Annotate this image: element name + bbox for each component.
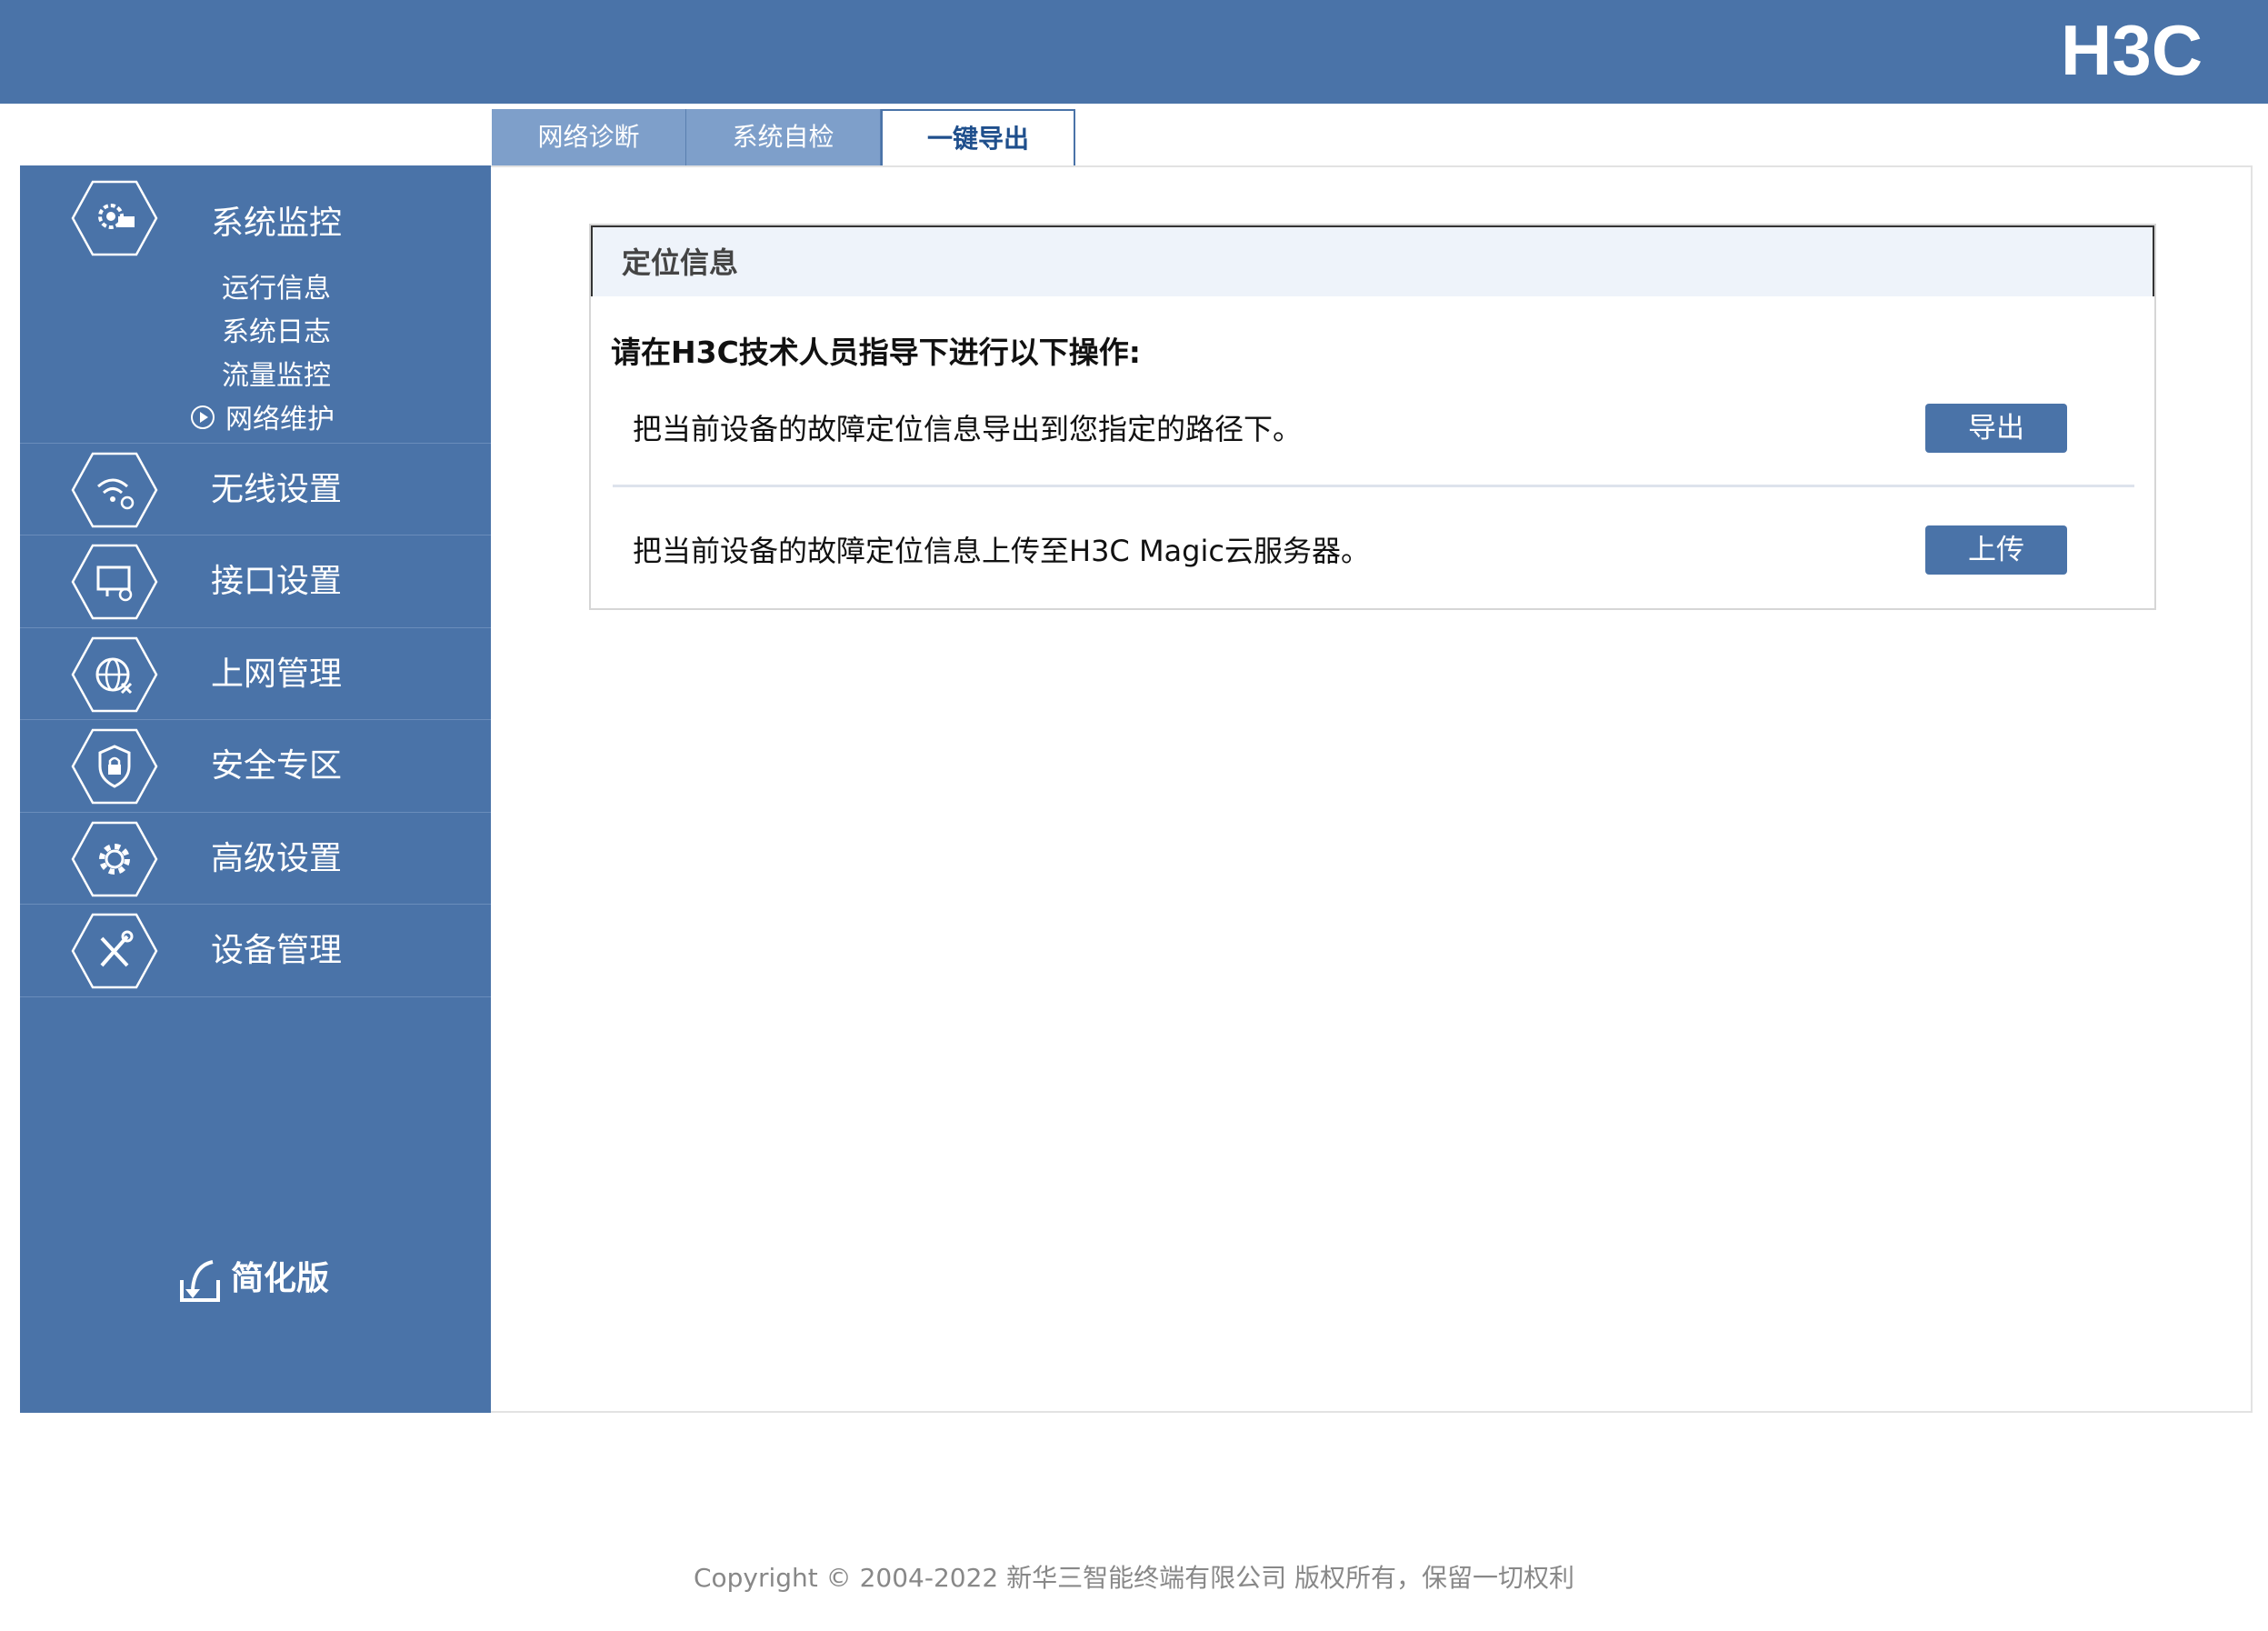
sidebar-subitem-runtime-info[interactable]: 运行信息	[222, 271, 331, 307]
svg-text:H3C: H3C	[2061, 13, 2203, 85]
sidebar-item-security[interactable]: 安全专区	[20, 721, 491, 813]
tab-one-click-export[interactable]: 一键导出	[881, 109, 1075, 165]
simplified-version-button[interactable]: 简化版	[176, 1253, 376, 1307]
sidebar: 系统监控 运行信息 系统日志 流量监控 网络维护 无线设置 接口设置 上网管理 …	[20, 165, 491, 1413]
sidebar-item-wireless[interactable]: 无线设置	[20, 445, 491, 535]
export-button[interactable]: 导出	[1925, 404, 2067, 453]
copyright-footer: Copyright © 2004-2022 新华三智能终端有限公司 版权所有，保…	[693, 1563, 1575, 1593]
sidebar-item-device-management[interactable]: 设备管理	[20, 906, 491, 997]
top-bar: H3C	[0, 0, 2268, 104]
sidebar-item-label: 接口设置	[211, 563, 343, 600]
globe-icon	[71, 636, 158, 713]
sidebar-item-advanced[interactable]: 高级设置	[20, 814, 491, 905]
sidebar-item-label: 安全专区	[211, 747, 343, 785]
tab-system-selfcheck[interactable]: 系统自检	[686, 109, 881, 165]
gear-icon	[71, 821, 158, 897]
sidebar-group-monitoring: 系统监控 运行信息 系统日志 流量监控 网络维护	[20, 165, 491, 444]
sidebar-subitem-traffic-monitor[interactable]: 流量监控	[222, 358, 331, 395]
tab-network-diagnosis[interactable]: 网络诊断	[492, 109, 686, 165]
main-panel: 定位信息 请在H3C技术人员指导下进行以下操作: 把当前设备的故障定位信息导出到…	[491, 165, 2253, 1413]
interface-gear-icon	[71, 544, 158, 620]
export-description: 把当前设备的故障定位信息导出到您指定的路径下。	[633, 412, 1303, 446]
sidebar-item-label: 上网管理	[211, 655, 343, 693]
tools-icon	[71, 913, 158, 989]
monitor-gear-icon	[71, 180, 158, 256]
upload-description: 把当前设备的故障定位信息上传至H3C Magic云服务器。	[633, 534, 1370, 568]
card-header: 定位信息	[591, 225, 2154, 296]
location-info-card: 定位信息 请在H3C技术人员指导下进行以下操作: 把当前设备的故障定位信息导出到…	[589, 224, 2156, 610]
sidebar-item-label: 无线设置	[211, 471, 343, 508]
card-title: 定位信息	[622, 245, 739, 280]
sidebar-item-interface[interactable]: 接口设置	[20, 536, 491, 628]
sidebar-item-monitoring[interactable]: 系统监控	[20, 165, 491, 256]
sidebar-item-internet-management[interactable]: 上网管理	[20, 629, 491, 720]
h3c-logo: H3C	[2061, 13, 2252, 85]
simplified-version-label: 简化版	[231, 1260, 330, 1297]
wifi-gear-icon	[71, 452, 158, 528]
sidebar-item-label: 设备管理	[211, 932, 343, 969]
sidebar-subitem-system-log[interactable]: 系统日志	[222, 315, 331, 351]
row-divider	[613, 485, 2134, 487]
play-circle-icon	[189, 404, 216, 431]
sidebar-item-label: 系统监控	[211, 205, 343, 242]
sidebar-item-label: 高级设置	[211, 840, 343, 877]
shield-lock-icon	[71, 728, 158, 805]
sidebar-subitem-network-maintenance[interactable]: 网络维护	[225, 402, 335, 438]
instruction-text: 请在H3C技术人员指导下进行以下操作:	[611, 335, 1141, 370]
upload-button[interactable]: 上传	[1925, 525, 2067, 575]
return-arrow-icon	[176, 1253, 224, 1306]
